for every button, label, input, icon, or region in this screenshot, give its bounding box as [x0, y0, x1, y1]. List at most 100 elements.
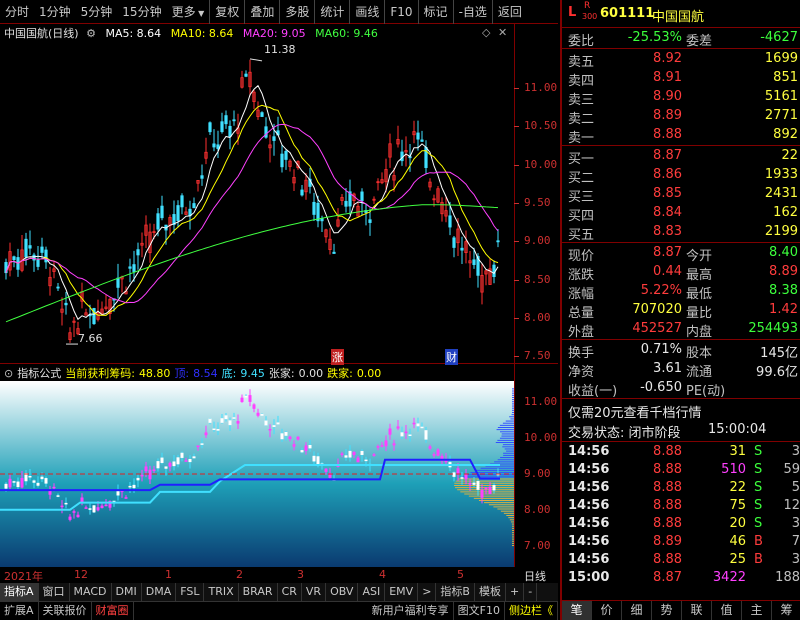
- related-quote-button[interactable]: 关联报价: [39, 602, 92, 620]
- tab-add[interactable]: +: [506, 583, 525, 601]
- side-tab[interactable]: 值: [712, 601, 742, 620]
- settings-gear-icon[interactable]: ⚙: [86, 27, 96, 40]
- draw-line-button[interactable]: 画线: [349, 0, 384, 24]
- ind-candle-body: [44, 478, 48, 484]
- multi-stock-button[interactable]: 多股: [279, 0, 314, 24]
- period-mode-button[interactable]: 日线: [524, 568, 546, 584]
- ind-candle-body: [172, 461, 176, 467]
- side-tab[interactable]: 细: [622, 601, 652, 620]
- sidebar-toggle-button[interactable]: 侧边栏《: [505, 602, 558, 620]
- side-tab[interactable]: 价: [592, 601, 622, 620]
- buys-row[interactable]: 买三 8.85 2431: [562, 185, 800, 205]
- tab-fsl[interactable]: FSL: [176, 583, 205, 601]
- diamond-icon[interactable]: ◇: [482, 26, 490, 39]
- period-intraday[interactable]: 分时: [0, 0, 34, 24]
- tab-dmi[interactable]: DMI: [112, 583, 142, 601]
- side-tab[interactable]: 筹: [772, 601, 800, 620]
- ma10-label: MA10: 8.64: [170, 27, 234, 40]
- ind-candle-body: [296, 436, 300, 440]
- sells-row[interactable]: 卖二 8.89 2771: [562, 107, 800, 127]
- buys-row[interactable]: 买五 8.83 2199: [562, 223, 800, 243]
- tick-count: 3: [791, 516, 800, 531]
- wealth-circle-button[interactable]: 财富圈: [92, 602, 134, 620]
- f10-button[interactable]: F10: [384, 0, 417, 24]
- side-tab[interactable]: 势: [652, 601, 682, 620]
- tab-asi[interactable]: ASI: [358, 583, 386, 601]
- tick-price: 8.87: [653, 570, 682, 585]
- ind-candle-body: [424, 430, 428, 440]
- tab-vr[interactable]: VR: [302, 583, 327, 601]
- tab-trix[interactable]: TRIX: [204, 583, 239, 601]
- stat-label: 总量: [568, 306, 595, 321]
- indicator-tick-label: 11.00: [524, 395, 558, 409]
- tab-dma[interactable]: DMA: [142, 583, 177, 601]
- mark-button[interactable]: 标记: [417, 0, 453, 24]
- weibi-row: 委比 -25.53% 委差 -4627: [562, 29, 800, 49]
- buys-row[interactable]: 买一 8.87 22: [562, 147, 800, 167]
- limit-up-badge[interactable]: 涨: [331, 349, 344, 365]
- stat-row: 现价 8.87 今开 8.40: [562, 244, 800, 264]
- indicator-name[interactable]: 指标公式: [17, 365, 61, 381]
- new-user-promo-button[interactable]: 新用户福利专享: [368, 602, 454, 620]
- candle-body: [496, 240, 500, 243]
- tab-indicator-b[interactable]: 指标B: [436, 583, 475, 601]
- sells-row[interactable]: 卖四 8.91 851: [562, 69, 800, 89]
- close-pane-icon[interactable]: ✕: [498, 26, 507, 39]
- sells-row[interactable]: 卖三 8.90 5161: [562, 88, 800, 108]
- candle-body: [260, 112, 264, 117]
- ind-candle-body: [484, 487, 488, 490]
- period-1min[interactable]: 1分钟: [34, 0, 76, 24]
- ind-candle-body: [228, 420, 232, 426]
- statistics-button[interactable]: 统计: [314, 0, 349, 24]
- tick-price: 8.88: [653, 498, 682, 513]
- price-tick-label: 10.00: [524, 157, 558, 171]
- side-tab[interactable]: 主: [742, 601, 772, 620]
- finance-badge[interactable]: 财: [445, 349, 458, 365]
- candle-body: [64, 302, 68, 306]
- candle-body: [36, 259, 40, 267]
- period-more[interactable]: 更多 ▼: [167, 0, 210, 24]
- candle-body: [32, 254, 36, 261]
- tab-indicator-a[interactable]: 指标A: [0, 583, 39, 601]
- chevron-down-icon[interactable]: ⊙: [4, 367, 13, 380]
- buys-price: 8.87: [653, 148, 682, 163]
- side-tab[interactable]: 联: [682, 601, 712, 620]
- sells-row[interactable]: 卖五 8.92 1699: [562, 50, 800, 70]
- tab-emv[interactable]: EMV: [385, 583, 419, 601]
- graphic-f10-button[interactable]: 图文F10: [454, 602, 505, 620]
- stat-label: 涨幅: [568, 287, 595, 302]
- price-axis-divider: [514, 24, 515, 567]
- tab-window[interactable]: 窗口: [39, 583, 70, 601]
- kline-chart[interactable]: [0, 42, 514, 364]
- period-5min[interactable]: 5分钟: [76, 0, 118, 24]
- back-button[interactable]: 返回: [491, 0, 527, 24]
- sells-row[interactable]: 卖一 8.88 892: [562, 126, 800, 146]
- low-price-marker: 7.66: [78, 332, 103, 345]
- promo-row[interactable]: 仅需20元查看千档行情: [562, 401, 800, 421]
- tab-remove[interactable]: -: [524, 583, 538, 601]
- expand-a-button[interactable]: 扩展A: [0, 602, 39, 620]
- ind-candle-body: [144, 466, 148, 472]
- tab-brar[interactable]: BRAR: [239, 583, 278, 601]
- chip-indicator-chart[interactable]: [0, 381, 514, 567]
- zhang-value: 0.00: [298, 366, 324, 380]
- tab-next-arrow[interactable]: >: [418, 583, 437, 601]
- tick-count: 188: [775, 570, 800, 585]
- side-tab[interactable]: 笔: [562, 601, 592, 620]
- top-label: 顶:: [174, 367, 190, 380]
- tab-cr[interactable]: CR: [278, 583, 302, 601]
- tab-obv[interactable]: OBV: [326, 583, 359, 601]
- buys-row[interactable]: 买二 8.86 1933: [562, 166, 800, 186]
- candle-body: [244, 73, 248, 77]
- tab-macd[interactable]: MACD: [70, 583, 112, 601]
- fuquan-button[interactable]: 复权: [209, 0, 244, 24]
- buys-volume: 2199: [764, 224, 798, 239]
- overlay-button[interactable]: 叠加: [244, 0, 279, 24]
- ind-candle-body: [164, 466, 168, 469]
- price-tick-label: 9.00: [524, 234, 551, 248]
- buys-row[interactable]: 买四 8.84 162: [562, 204, 800, 224]
- candle-body: [208, 122, 212, 133]
- remove-watchlist-button[interactable]: -自选: [452, 0, 492, 24]
- period-15min[interactable]: 15分钟: [117, 0, 166, 24]
- tab-template[interactable]: 模板: [475, 583, 506, 601]
